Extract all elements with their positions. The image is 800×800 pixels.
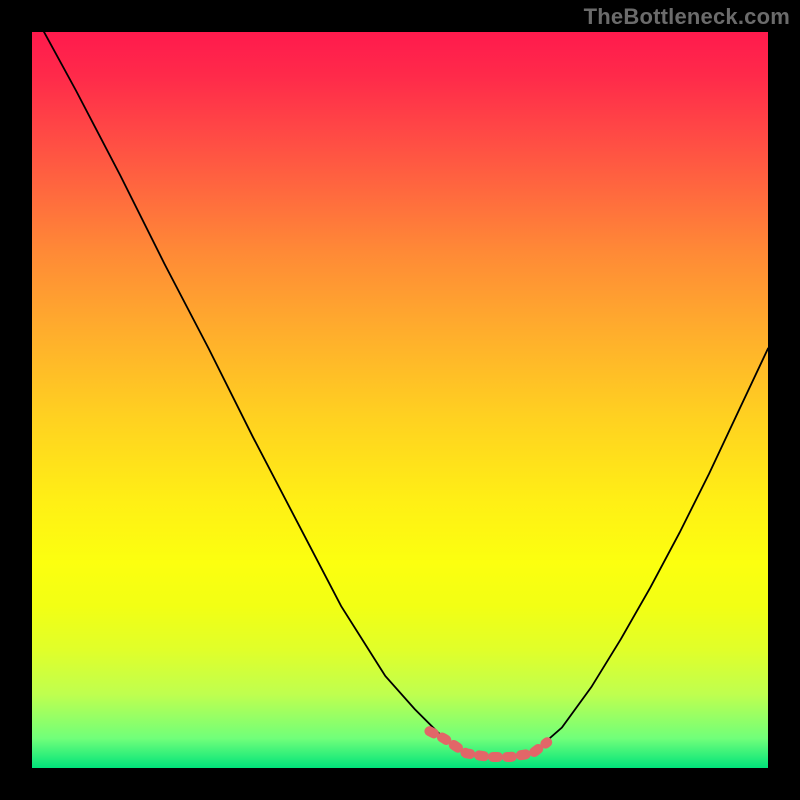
curve-overlay bbox=[32, 32, 768, 768]
watermark-text: TheBottleneck.com bbox=[584, 4, 790, 30]
plot-area bbox=[32, 32, 768, 768]
bottleneck-curve-line bbox=[32, 32, 768, 757]
optimal-band-line bbox=[429, 731, 547, 757]
chart-container: TheBottleneck.com bbox=[0, 0, 800, 800]
